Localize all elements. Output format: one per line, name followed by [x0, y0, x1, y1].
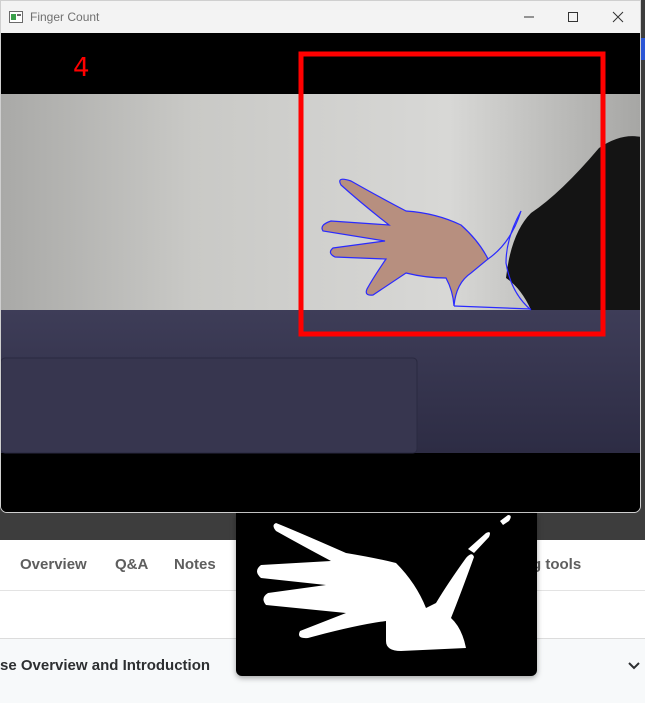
camera-feed	[1, 33, 640, 512]
tab-overview[interactable]: Overview	[20, 556, 87, 573]
mask-window	[236, 513, 537, 676]
close-button[interactable]	[595, 1, 640, 33]
maximize-button[interactable]	[550, 1, 596, 33]
tab-learning-tools[interactable]: g tools	[532, 556, 581, 573]
opencv-window-icon	[9, 11, 23, 23]
hand-mask-image	[257, 515, 511, 651]
mask-hand	[257, 523, 474, 651]
touchpad	[1, 357, 418, 454]
title-bar[interactable]: Finger Count	[1, 1, 640, 33]
section-title: se Overview and Introduction	[0, 657, 211, 674]
window-title: Finger Count	[30, 10, 100, 24]
maximize-icon	[568, 12, 578, 22]
minimize-button[interactable]	[506, 1, 552, 33]
minimize-icon	[524, 16, 534, 18]
tab-notes[interactable]: Notes	[174, 556, 216, 573]
chevron-down-icon[interactable]	[627, 661, 641, 671]
finger-count-label: 4	[73, 53, 90, 83]
finger-count-window: Finger Count 4	[0, 0, 641, 513]
tab-qa[interactable]: Q&A	[115, 556, 148, 573]
close-icon	[612, 11, 624, 23]
